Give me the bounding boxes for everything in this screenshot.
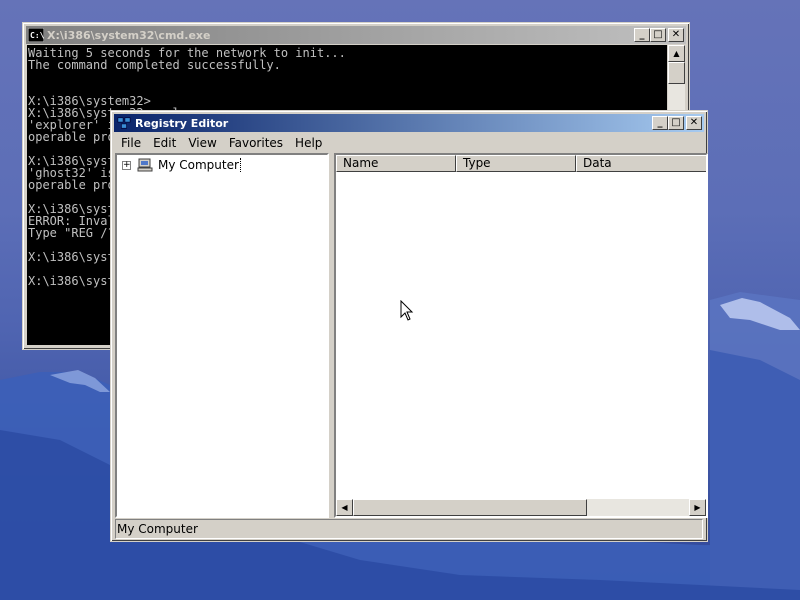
- scroll-thumb[interactable]: [668, 62, 685, 84]
- close-icon: ✕: [689, 117, 699, 128]
- maximize-button[interactable]: □: [668, 116, 684, 130]
- arrow-left-icon: ◀: [341, 503, 348, 512]
- menu-view[interactable]: View: [182, 136, 222, 150]
- regedit-title: Registry Editor: [135, 116, 229, 130]
- menu-bar: File Edit View Favorites Help: [115, 133, 703, 152]
- registry-editor-window[interactable]: Registry Editor _ □ ✕ File Edit View Fav…: [110, 110, 708, 542]
- minimize-button[interactable]: _: [652, 116, 668, 130]
- status-bar: My Computer: [115, 519, 703, 539]
- horizontal-scroll-thumb[interactable]: [353, 499, 587, 516]
- registry-editor-icon: [117, 117, 131, 129]
- arrow-up-icon: ▲: [673, 49, 680, 58]
- cmd-title: X:\i386\system32\cmd.exe: [47, 28, 211, 42]
- console-icon: C:\: [28, 28, 44, 42]
- scroll-left-button[interactable]: ◀: [336, 499, 353, 516]
- computer-icon: [137, 158, 153, 172]
- column-header-type[interactable]: Type: [456, 155, 576, 172]
- maximize-button[interactable]: □: [650, 28, 666, 42]
- minimize-icon: _: [639, 29, 645, 40]
- values-list[interactable]: Name Type Data ◀ ▶: [334, 153, 708, 518]
- close-icon: ✕: [671, 29, 681, 40]
- menu-edit[interactable]: Edit: [147, 136, 182, 150]
- values-horizontal-scrollbar[interactable]: ◀ ▶: [336, 499, 706, 516]
- maximize-icon: □: [671, 117, 681, 128]
- svg-text:C:\: C:\: [30, 31, 44, 40]
- column-header-name[interactable]: Name: [336, 155, 456, 172]
- menu-help[interactable]: Help: [289, 136, 328, 150]
- scroll-right-button[interactable]: ▶: [689, 499, 706, 516]
- tree-node-label: My Computer: [158, 158, 241, 172]
- close-button[interactable]: ✕: [668, 28, 684, 42]
- menu-favorites[interactable]: Favorites: [223, 136, 289, 150]
- column-header-data[interactable]: Data: [576, 155, 706, 172]
- maximize-icon: □: [653, 29, 663, 40]
- regedit-titlebar[interactable]: Registry Editor _ □ ✕: [114, 114, 704, 132]
- registry-tree[interactable]: + My Computer: [115, 153, 329, 518]
- menu-file[interactable]: File: [115, 136, 147, 150]
- tree-node-my-computer[interactable]: + My Computer: [122, 157, 241, 173]
- minimize-button[interactable]: _: [634, 28, 650, 42]
- scroll-up-button[interactable]: ▲: [668, 45, 685, 62]
- minimize-icon: _: [657, 117, 663, 128]
- arrow-right-icon: ▶: [694, 503, 701, 512]
- cmd-titlebar[interactable]: C:\ X:\i386\system32\cmd.exe _ □ ✕: [26, 26, 686, 44]
- expand-icon[interactable]: +: [122, 160, 131, 170]
- close-button[interactable]: ✕: [686, 116, 702, 130]
- mouse-pointer-icon: [400, 300, 414, 321]
- console-line: The command completed successfully.: [28, 58, 281, 72]
